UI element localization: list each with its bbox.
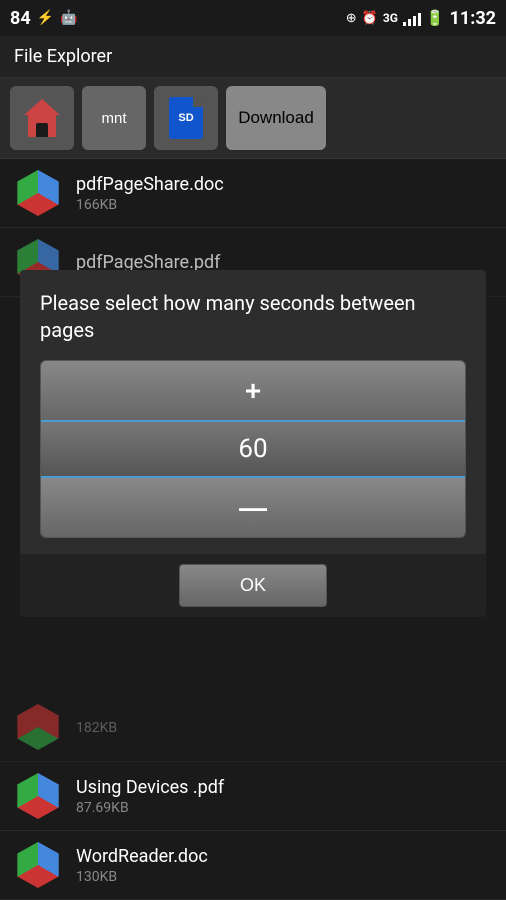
stepper-value: 60	[41, 421, 465, 477]
stepper: + 60 —	[40, 360, 466, 538]
dialog-content: Please select how many seconds between p…	[20, 270, 486, 554]
alarm-icon: ⏰	[362, 11, 378, 26]
file-info: Using Devices .pdf 87.69KB	[76, 777, 492, 816]
file-info: 182KB	[76, 718, 492, 736]
status-left: 84 ⚡ 🤖	[10, 8, 78, 29]
ok-button[interactable]: OK	[179, 564, 327, 607]
file-name: Using Devices .pdf	[76, 777, 492, 798]
file-size: 182KB	[76, 720, 492, 736]
mnt-button[interactable]: mnt	[82, 86, 146, 150]
app-title: File Explorer	[14, 46, 112, 67]
increment-button[interactable]: +	[41, 361, 465, 421]
plus-icon: +	[245, 375, 261, 407]
download-label: Download	[238, 108, 314, 128]
decrement-button[interactable]: —	[41, 477, 465, 537]
home-icon	[24, 99, 60, 137]
minus-icon: —	[239, 492, 267, 524]
dialog: Please select how many seconds between p…	[20, 270, 486, 617]
file-size: 87.69KB	[76, 800, 492, 816]
network-label: 3G	[383, 11, 398, 25]
gps-icon: ⊕	[346, 11, 357, 26]
dialog-message: Please select how many seconds between p…	[40, 290, 466, 344]
usb-icon: ⚡	[37, 10, 54, 26]
file-info: WordReader.doc 130KB	[76, 846, 492, 885]
file-icon	[14, 772, 62, 820]
file-size: 166KB	[76, 197, 492, 213]
sd-icon: SD	[169, 97, 203, 139]
time-display: 11:32	[450, 8, 496, 29]
file-name: pdfPageShare.doc	[76, 174, 492, 195]
file-size: 130KB	[76, 869, 492, 885]
list-item[interactable]: 182KB	[0, 693, 506, 762]
list-item[interactable]: WordReader.doc 130KB	[0, 831, 506, 900]
battery-percentage: 84	[10, 8, 31, 29]
download-button[interactable]: Download	[226, 86, 326, 150]
app-title-bar: File Explorer	[0, 36, 506, 78]
android-icon: 🤖	[60, 10, 77, 26]
signal-icon	[403, 10, 421, 26]
list-item[interactable]: pdfPageShare.doc 166KB	[0, 159, 506, 228]
folder-navigation: mnt SD Download	[0, 78, 506, 159]
file-name: WordReader.doc	[76, 846, 492, 867]
file-info: pdfPageShare.doc 166KB	[76, 174, 492, 213]
status-bar: 84 ⚡ 🤖 ⊕ ⏰ 3G 🔋 11:32	[0, 0, 506, 36]
dialog-footer: OK	[20, 554, 486, 617]
file-icon	[14, 703, 62, 751]
battery-icon: 🔋	[426, 9, 445, 27]
mnt-label: mnt	[101, 110, 126, 127]
sd-button[interactable]: SD	[154, 86, 218, 150]
list-item[interactable]: Using Devices .pdf 87.69KB	[0, 762, 506, 831]
file-icon	[14, 169, 62, 217]
home-button[interactable]	[10, 86, 74, 150]
status-right: ⊕ ⏰ 3G 🔋 11:32	[346, 8, 496, 29]
file-list-bottom: 182KB Using Devices .pdf 87.69KB WordRea…	[0, 693, 506, 900]
file-icon	[14, 841, 62, 889]
